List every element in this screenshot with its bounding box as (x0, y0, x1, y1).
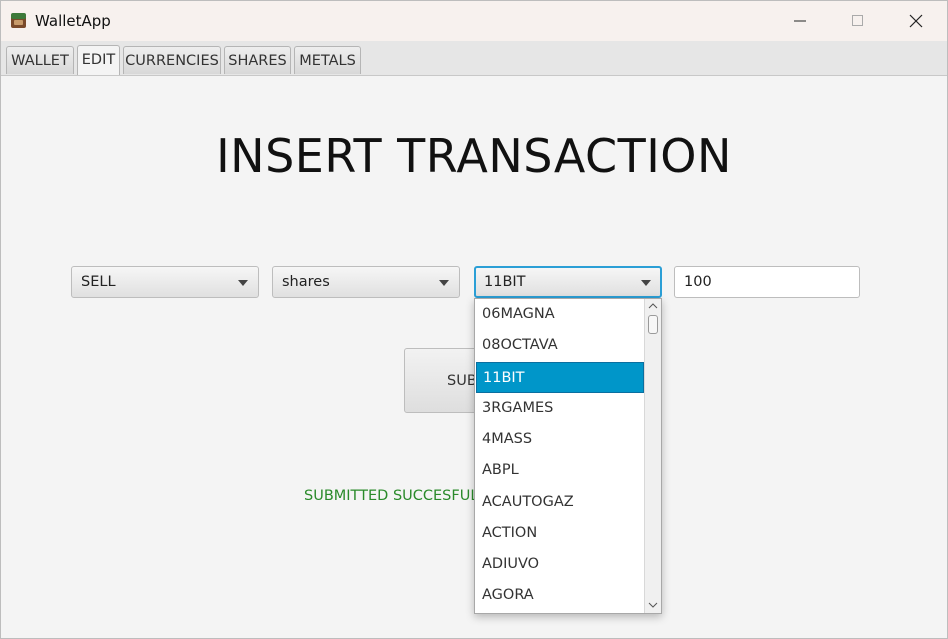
close-button[interactable] (887, 1, 945, 41)
wallet-icon (11, 13, 26, 28)
chevron-down-icon (439, 280, 449, 286)
status-message: SUBMITTED SUCCESFULLY (304, 488, 494, 504)
amount-field[interactable]: 100 (674, 266, 860, 298)
tab-edit[interactable]: EDIT (77, 45, 120, 75)
close-icon (909, 14, 923, 28)
asset-dropdown-list[interactable]: 06MAGNA 08OCTAVA 11BIT 3RGAMES 4MASS ABP… (474, 298, 662, 614)
tab-wallet[interactable]: WALLET (6, 46, 74, 74)
chevron-down-icon (641, 280, 651, 286)
dropdown-option[interactable]: 4MASS (476, 424, 644, 455)
submit-button-label: SUB (447, 373, 477, 389)
action-select[interactable]: SELL (71, 266, 259, 298)
page-title: INSERT TRANSACTION (216, 129, 732, 183)
dropdown-option[interactable]: ACAUTOGAZ (476, 487, 644, 518)
tab-shares[interactable]: SHARES (224, 46, 291, 74)
asset-select[interactable]: 11BIT (474, 266, 662, 298)
dropdown-option[interactable]: AGORA (476, 580, 644, 611)
tab-bar: WALLET EDIT CURRENCIES SHARES METALS (1, 41, 947, 76)
minimize-icon (794, 20, 806, 22)
dropdown-option[interactable]: ADIUVO (476, 549, 644, 580)
dropdown-option[interactable]: ACTION (476, 518, 644, 549)
scrollbar-thumb[interactable] (648, 315, 658, 334)
window-title: WalletApp (35, 12, 111, 30)
maximize-button[interactable] (829, 1, 887, 41)
tab-currencies[interactable]: CURRENCIES (123, 46, 221, 74)
action-select-value: SELL (81, 274, 116, 290)
dropdown-option-selected[interactable]: 11BIT (476, 362, 644, 393)
asset-type-select[interactable]: shares (272, 266, 460, 298)
chevron-down-icon (238, 280, 248, 286)
tab-metals[interactable]: METALS (294, 46, 361, 74)
asset-select-value: 11BIT (484, 274, 526, 290)
dropdown-scrollbar[interactable] (644, 299, 661, 613)
dropdown-option[interactable]: ABPL (476, 455, 644, 486)
scroll-up-icon[interactable] (648, 302, 658, 310)
maximize-icon (852, 15, 863, 26)
dropdown-option[interactable]: 06MAGNA (476, 299, 644, 330)
minimize-button[interactable] (771, 1, 829, 41)
dropdown-option[interactable]: 3RGAMES (476, 393, 644, 424)
title-bar: WalletApp (1, 1, 947, 41)
scroll-down-icon[interactable] (648, 601, 658, 609)
app-window: WalletApp WALLET EDIT CURRENCIES SHARES … (0, 0, 948, 639)
dropdown-option[interactable]: 08OCTAVA (476, 330, 644, 361)
asset-type-select-value: shares (282, 274, 330, 290)
